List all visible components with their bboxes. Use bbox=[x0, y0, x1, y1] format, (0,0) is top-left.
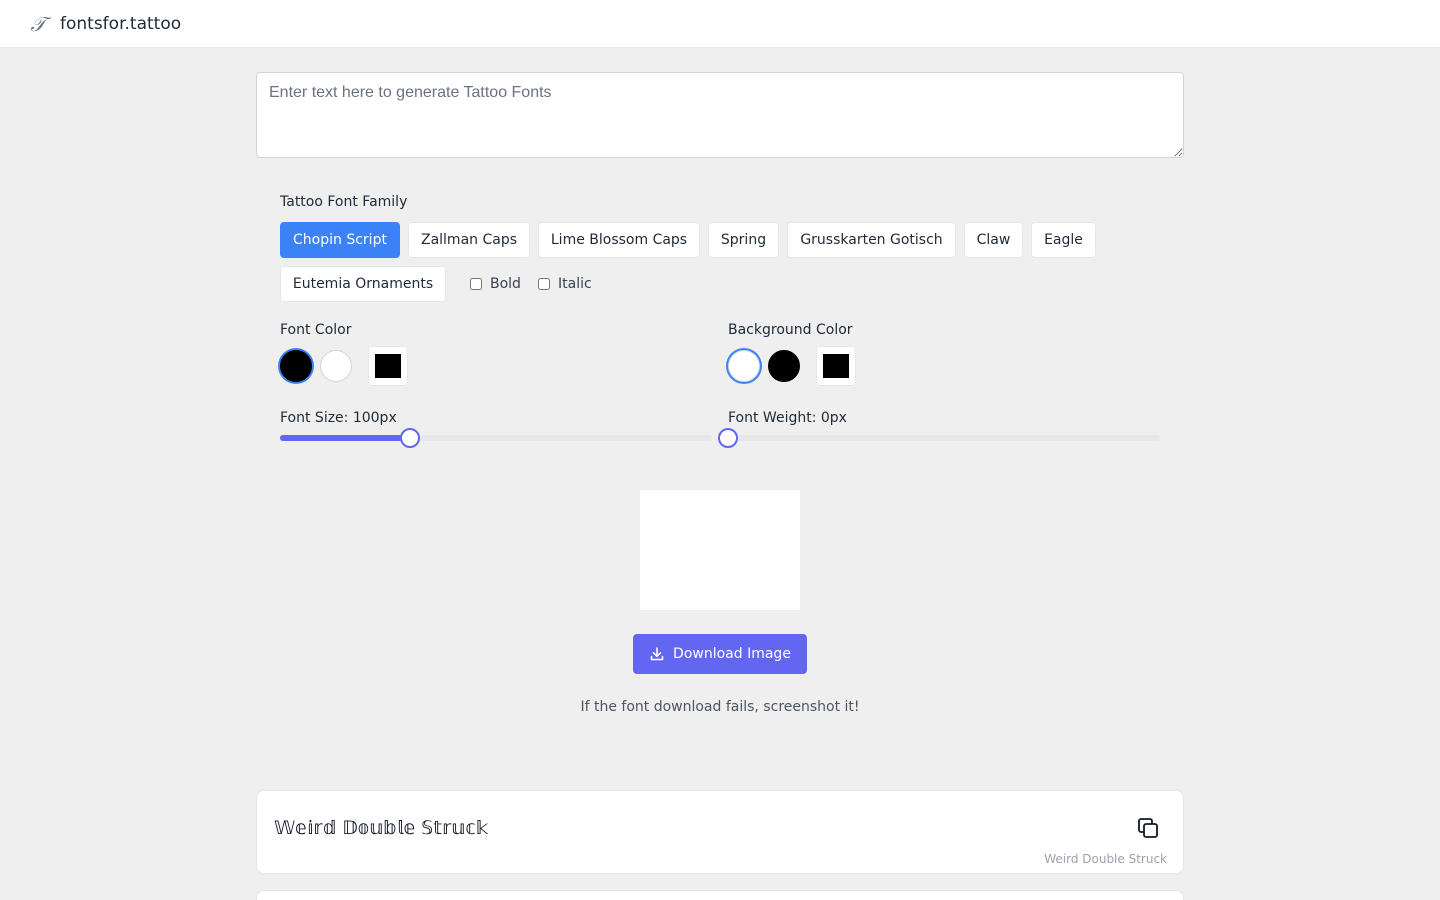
font-option-eutemia-ornaments[interactable]: Eutemia Ornaments bbox=[280, 266, 446, 302]
font-option-claw[interactable]: Claw bbox=[964, 222, 1023, 258]
font-color-picker-fill bbox=[375, 354, 401, 378]
result-card[interactable] bbox=[256, 890, 1184, 900]
download-label: Download Image bbox=[673, 646, 791, 662]
font-color-label: Font Color bbox=[280, 322, 352, 338]
font-option-spring[interactable]: Spring bbox=[708, 222, 779, 258]
font-size-label: Font Size: 100px bbox=[280, 410, 397, 426]
font-option-zallman-caps[interactable]: Zallman Caps bbox=[408, 222, 530, 258]
font-family-label: Tattoo Font Family bbox=[280, 194, 408, 210]
bold-label: Bold bbox=[490, 276, 521, 292]
font-weight-label: Font Weight: 0px bbox=[728, 410, 847, 426]
font-color-swatch-white[interactable] bbox=[320, 350, 352, 382]
font-option-lime-blossom-caps[interactable]: Lime Blossom Caps bbox=[538, 222, 700, 258]
background-color-label: Background Color bbox=[728, 322, 853, 338]
font-weight-slider[interactable] bbox=[718, 428, 1160, 448]
site-name[interactable]: fontsfor.tattoo bbox=[60, 14, 181, 34]
download-icon bbox=[650, 647, 664, 661]
font-size-slider[interactable] bbox=[280, 428, 712, 448]
background-color-picker-fill bbox=[823, 354, 849, 378]
bold-toggle[interactable]: Bold bbox=[470, 274, 521, 294]
copy-icon[interactable] bbox=[1133, 813, 1163, 843]
font-size-slider-thumb[interactable] bbox=[400, 428, 420, 448]
italic-checkbox[interactable] bbox=[538, 278, 550, 290]
logo-icon[interactable]: 𝒯 bbox=[26, 12, 50, 36]
font-option-grusskarten-gotisch[interactable]: Grusskarten Gotisch bbox=[787, 222, 956, 258]
text-input[interactable] bbox=[256, 72, 1184, 158]
italic-label: Italic bbox=[558, 276, 592, 292]
font-option-chopin-script[interactable]: Chopin Script bbox=[280, 222, 400, 258]
font-color-swatch-black[interactable] bbox=[280, 350, 312, 382]
download-fail-note: If the font download fails, screenshot i… bbox=[580, 699, 860, 715]
background-color-swatch-white[interactable] bbox=[728, 350, 760, 382]
result-card[interactable]: 𝕎𝕖𝕚𝕣𝕕 𝔻𝕠𝕦𝕓𝕝𝕖 𝕊𝕥𝕣𝕦𝕔𝕜 Weird Double Struck bbox=[256, 790, 1184, 874]
background-color-swatch-black[interactable] bbox=[768, 350, 800, 382]
font-weight-slider-thumb[interactable] bbox=[718, 428, 738, 448]
download-image-button[interactable]: Download Image bbox=[633, 634, 807, 674]
result-style-name: Weird Double Struck bbox=[1044, 852, 1167, 866]
background-color-picker[interactable] bbox=[816, 346, 856, 386]
font-option-eagle[interactable]: Eagle bbox=[1031, 222, 1096, 258]
preview-canvas bbox=[640, 490, 800, 610]
font-size-slider-fill bbox=[280, 435, 410, 441]
bold-checkbox[interactable] bbox=[470, 278, 482, 290]
italic-toggle[interactable]: Italic bbox=[538, 274, 592, 294]
font-color-picker[interactable] bbox=[368, 346, 408, 386]
top-bar: 𝒯 fontsfor.tattoo bbox=[0, 0, 1440, 48]
result-text[interactable]: 𝕎𝕖𝕚𝕣𝕕 𝔻𝕠𝕦𝕓𝕝𝕖 𝕊𝕥𝕣𝕦𝕔𝕜 bbox=[274, 817, 488, 839]
